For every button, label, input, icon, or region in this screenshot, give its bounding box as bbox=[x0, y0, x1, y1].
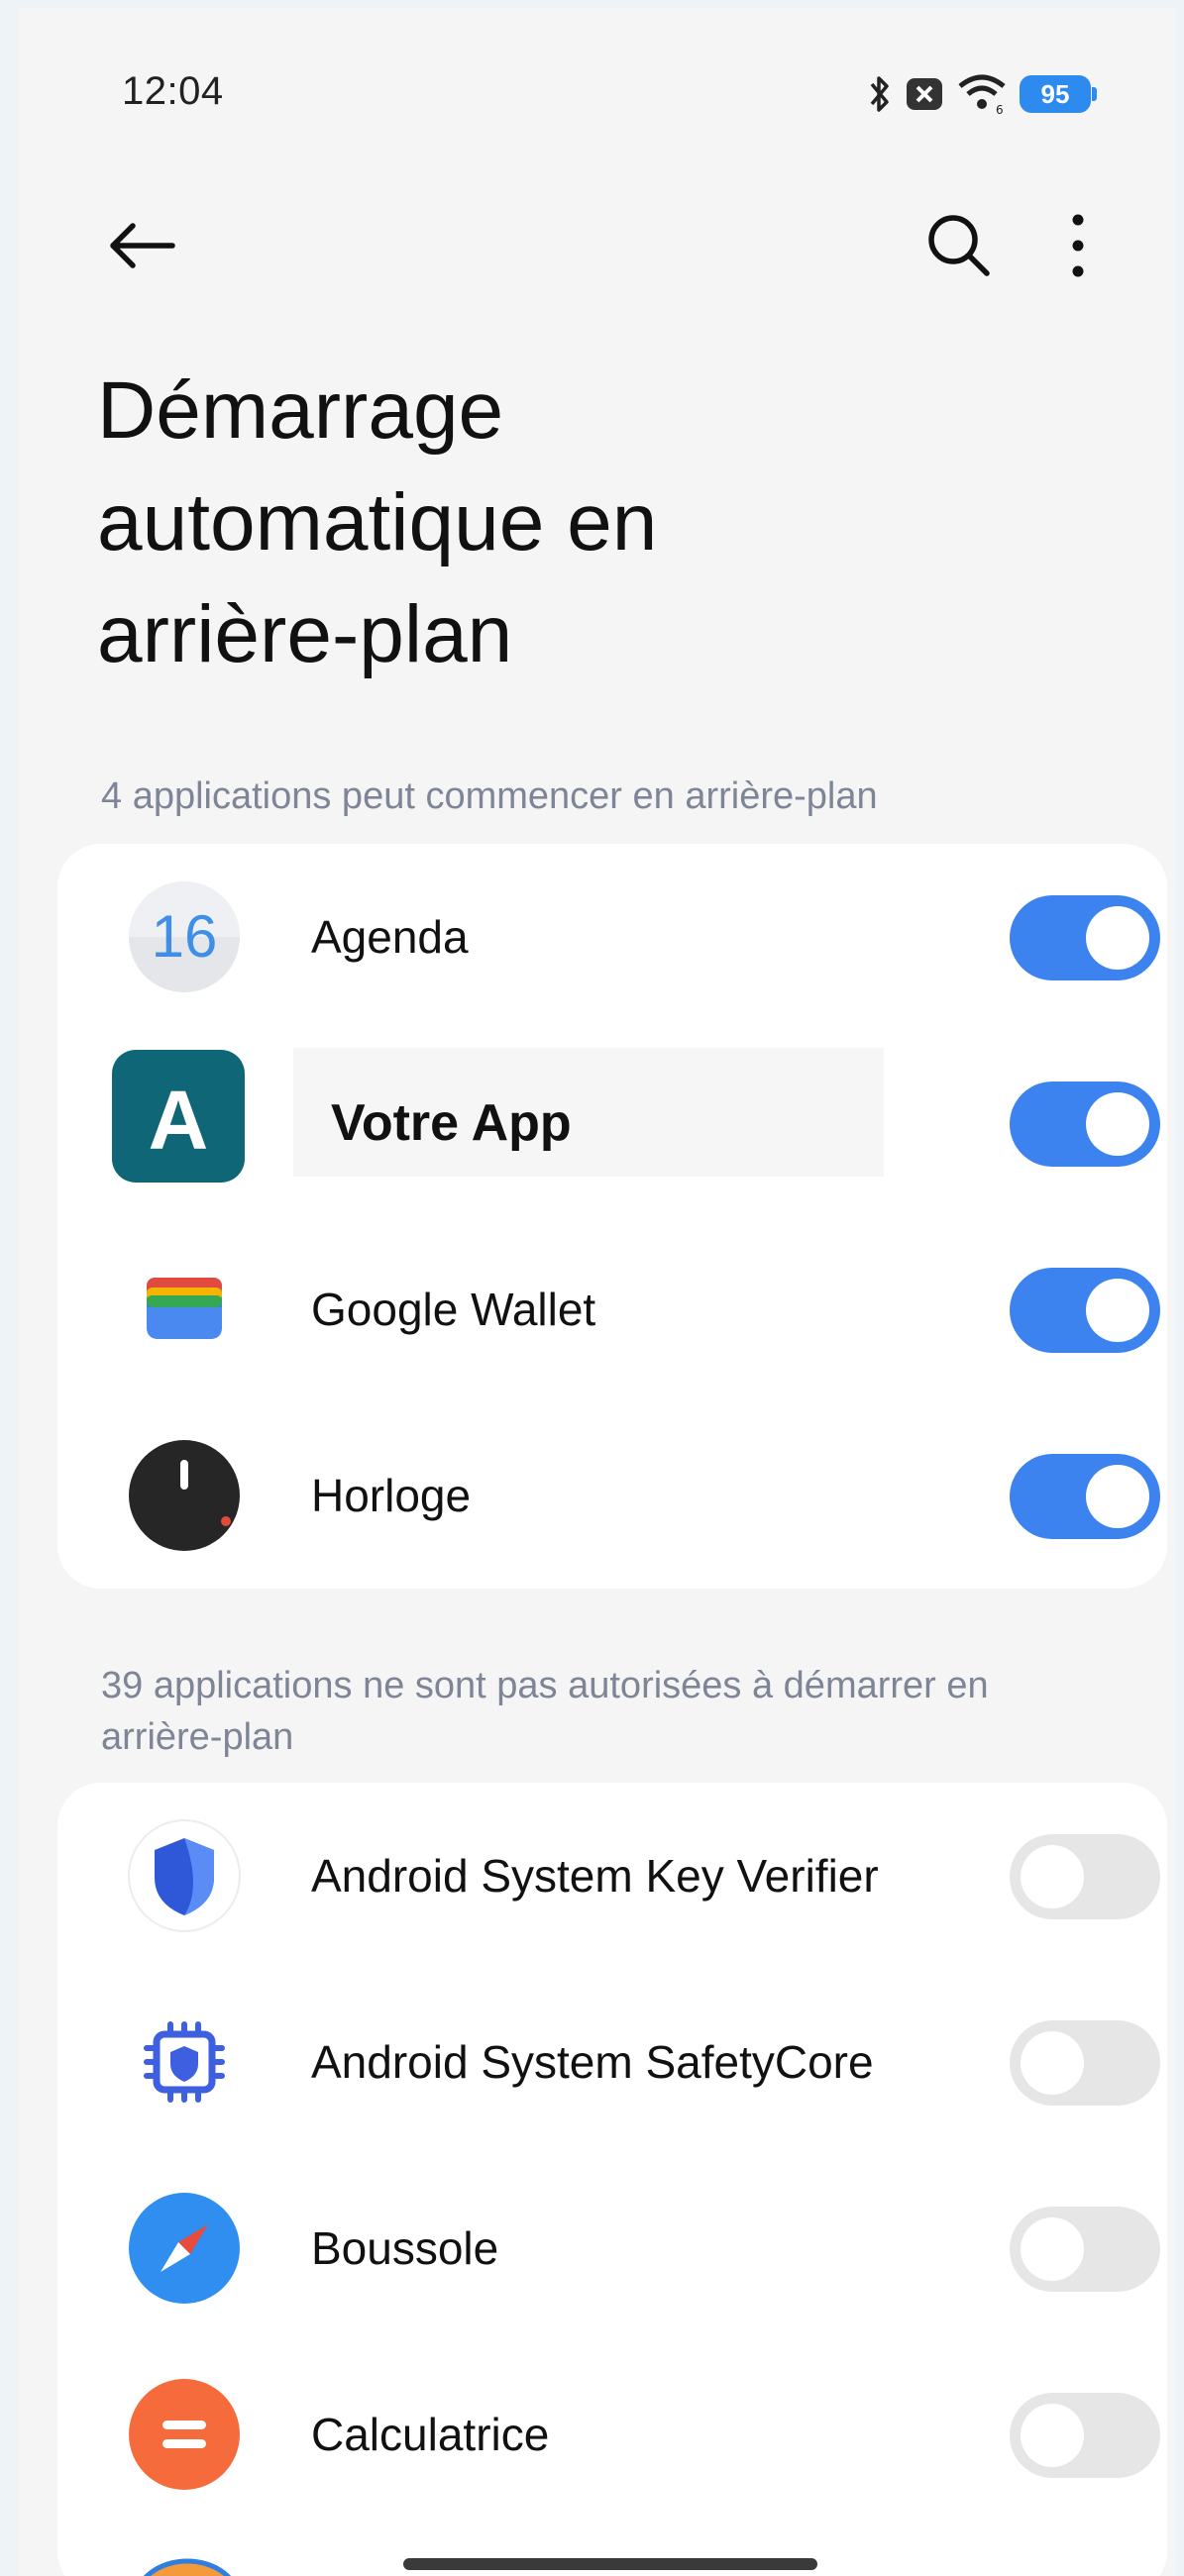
more-options-button[interactable] bbox=[1048, 206, 1108, 285]
more-vertical-icon bbox=[1072, 214, 1084, 277]
agenda-toggle[interactable] bbox=[1010, 895, 1160, 980]
search-icon bbox=[928, 215, 990, 276]
chip-shield-icon bbox=[144, 2021, 225, 2103]
toggle-knob bbox=[1021, 1845, 1084, 1908]
app-row-calculatrice[interactable]: Calculatrice bbox=[57, 2341, 1167, 2527]
svg-text:6: 6 bbox=[996, 103, 1004, 116]
compass-icon bbox=[129, 2193, 240, 2304]
search-button[interactable] bbox=[919, 206, 999, 285]
toggle-knob bbox=[1086, 1092, 1149, 1156]
app-label: Calculatrice bbox=[311, 2409, 550, 2460]
screen: 12:04 6 95 Démarrage automatique en arri… bbox=[18, 8, 1175, 2576]
back-button[interactable] bbox=[97, 211, 186, 280]
app-label: Google Wallet bbox=[311, 1284, 596, 1335]
page-title-line: arrière-plan bbox=[97, 589, 513, 679]
svg-text:16: 16 bbox=[152, 903, 218, 970]
google-wallet-toggle[interactable] bbox=[1010, 1268, 1160, 1353]
app-row-android-system-key-verifier[interactable]: Android System Key Verifier bbox=[57, 1783, 1167, 1969]
app-row-android-system-safetycore[interactable]: Android System SafetyCore bbox=[57, 1969, 1167, 2155]
app-row-boussole[interactable]: Boussole bbox=[57, 2155, 1167, 2341]
page-title-line: automatique en bbox=[97, 477, 658, 567]
shield-icon bbox=[128, 1819, 241, 1932]
allowed-section-caption: 4 applications peut commencer en arrière… bbox=[101, 775, 878, 817]
clock-icon bbox=[129, 1440, 240, 1551]
toggle-knob bbox=[1021, 2217, 1084, 2281]
toggle-knob bbox=[1086, 1279, 1149, 1342]
app-a-icon: A bbox=[112, 1050, 245, 1183]
status-time: 12:04 bbox=[122, 69, 224, 113]
page-title: Démarrage automatique en arrière-plan bbox=[97, 355, 989, 690]
page-title-line: Démarrage bbox=[97, 365, 504, 456]
app-label: Horloge bbox=[311, 1470, 472, 1521]
partial-app-icon bbox=[143, 2558, 232, 2576]
horloge-toggle[interactable] bbox=[1010, 1454, 1160, 1539]
votre-app-toggle[interactable] bbox=[1010, 1082, 1160, 1167]
app-row-google-wallet[interactable]: Google Wallet bbox=[57, 1216, 1167, 1402]
app-label: Android System Key Verifier bbox=[311, 1850, 879, 1902]
status-bar: 12:04 6 95 bbox=[18, 8, 1175, 117]
boussole-toggle[interactable] bbox=[1010, 2207, 1160, 2292]
app-row-votre-app[interactable]: A Votre App bbox=[57, 1030, 1167, 1216]
toggle-knob bbox=[1086, 906, 1149, 970]
app-bar bbox=[18, 201, 1175, 290]
blocked-section-caption: 39 applications ne sont pas autorisées à… bbox=[101, 1665, 989, 1758]
blocked-apps-card: Android System Key Verifier Android Syst… bbox=[57, 1783, 1167, 2576]
status-icons: 6 95 bbox=[867, 69, 1097, 119]
bluetooth-icon bbox=[870, 76, 889, 112]
calculator-icon bbox=[129, 2379, 240, 2490]
app-row-horloge[interactable]: Horloge bbox=[57, 1402, 1167, 1589]
app-label: Android System SafetyCore bbox=[311, 2036, 874, 2088]
app-label: Agenda bbox=[311, 911, 469, 963]
close-box-icon bbox=[907, 78, 942, 110]
toggle-knob bbox=[1021, 2031, 1084, 2095]
key-verifier-toggle[interactable] bbox=[1010, 1834, 1160, 1919]
calendar-icon: 16 bbox=[129, 881, 240, 992]
allowed-apps-card: 16 Agenda A Votre App Google Wallet Horl… bbox=[57, 844, 1167, 1589]
wifi-icon: 6 bbox=[958, 74, 1006, 116]
svg-text:A: A bbox=[149, 1074, 209, 1167]
wallet-icon bbox=[147, 1278, 222, 1339]
battery-icon: 95 bbox=[1020, 75, 1097, 113]
safetycore-toggle[interactable] bbox=[1010, 2020, 1160, 2106]
arrow-left-icon bbox=[110, 223, 175, 268]
calculatrice-toggle[interactable] bbox=[1010, 2393, 1160, 2478]
home-indicator[interactable] bbox=[403, 2558, 817, 2570]
app-row-agenda[interactable]: 16 Agenda bbox=[57, 844, 1167, 1030]
app-label: Boussole bbox=[311, 2222, 499, 2274]
battery-level: 95 bbox=[1040, 78, 1070, 109]
app-label: Votre App bbox=[331, 1094, 572, 1152]
toggle-knob bbox=[1086, 1465, 1149, 1528]
toggle-knob bbox=[1021, 2404, 1084, 2467]
